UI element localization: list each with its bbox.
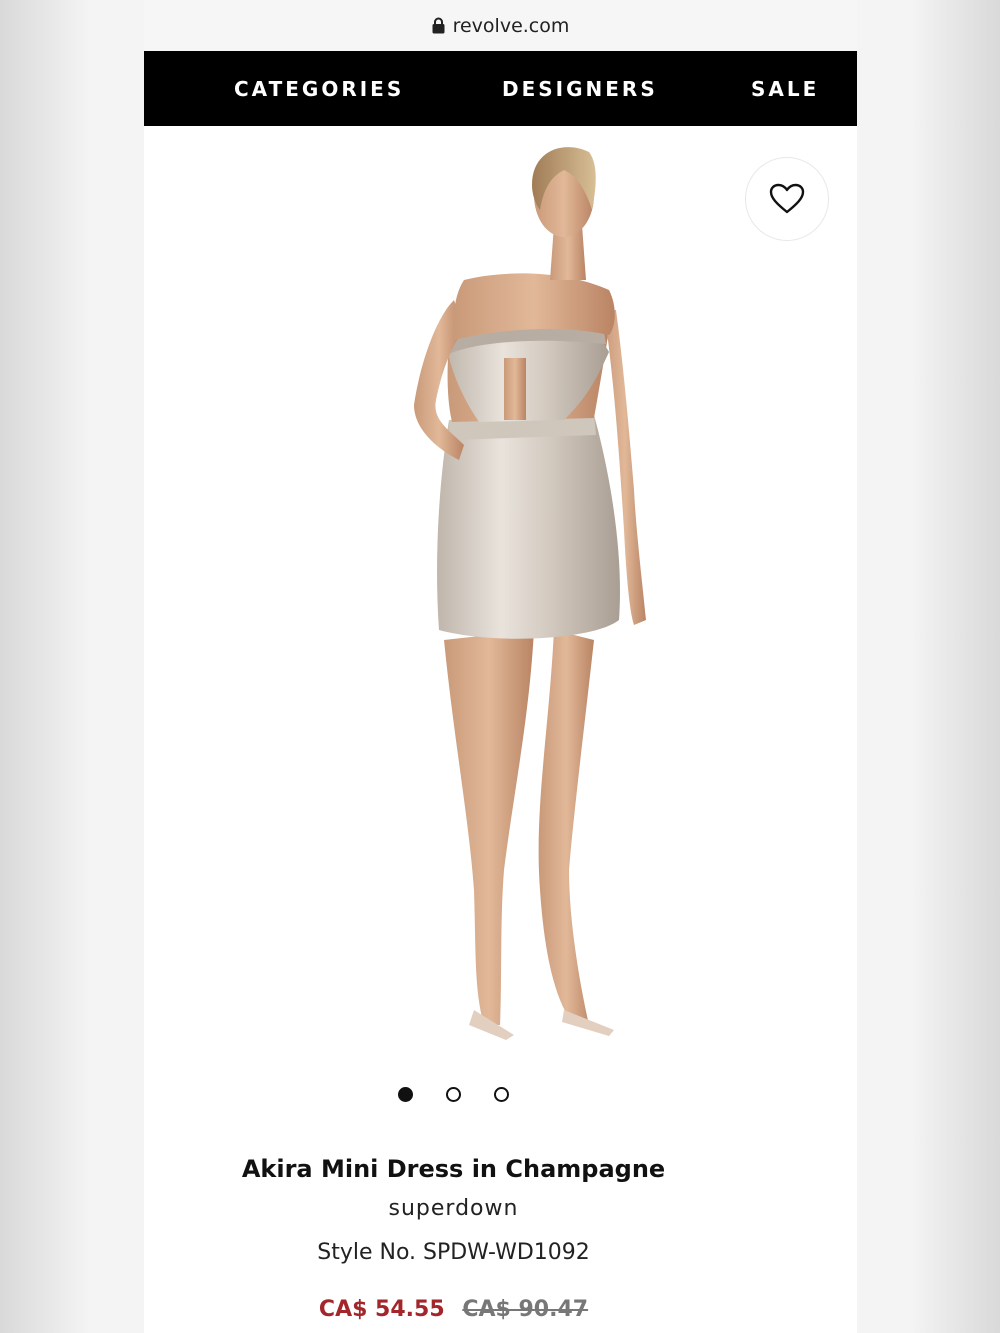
original-price: CA$ 90.47	[462, 1297, 589, 1322]
price-row: CA$ 54.55 CA$ 90.47	[144, 1297, 763, 1322]
url-text: revolve.com	[452, 14, 570, 37]
product-image[interactable]	[264, 130, 734, 1050]
style-number: Style No. SPDW-WD1092	[317, 1240, 590, 1265]
address-bar[interactable]: revolve.com	[144, 0, 857, 51]
gallery-pagination	[398, 1087, 518, 1103]
gallery-dot-1[interactable]	[398, 1087, 413, 1102]
nav-designers[interactable]: DESIGNERS	[502, 77, 658, 101]
sale-price: CA$ 54.55	[318, 1297, 445, 1322]
favorite-button[interactable]	[745, 157, 829, 241]
gallery-dot-2[interactable]	[446, 1087, 461, 1102]
nav-sale[interactable]: SALE	[751, 77, 819, 101]
lock-icon	[432, 17, 445, 34]
gallery-dot-3[interactable]	[494, 1087, 509, 1102]
product-title: Akira Mini Dress in Champagne	[241, 1155, 666, 1183]
phone-screen: revolve.com CATEGORIES DESIGNERS SALE Ak…	[144, 0, 857, 1333]
main-nav: CATEGORIES DESIGNERS SALE	[144, 51, 857, 126]
heart-icon	[769, 183, 805, 214]
product-brand[interactable]: superdown	[144, 1196, 763, 1221]
nav-categories[interactable]: CATEGORIES	[234, 77, 404, 101]
